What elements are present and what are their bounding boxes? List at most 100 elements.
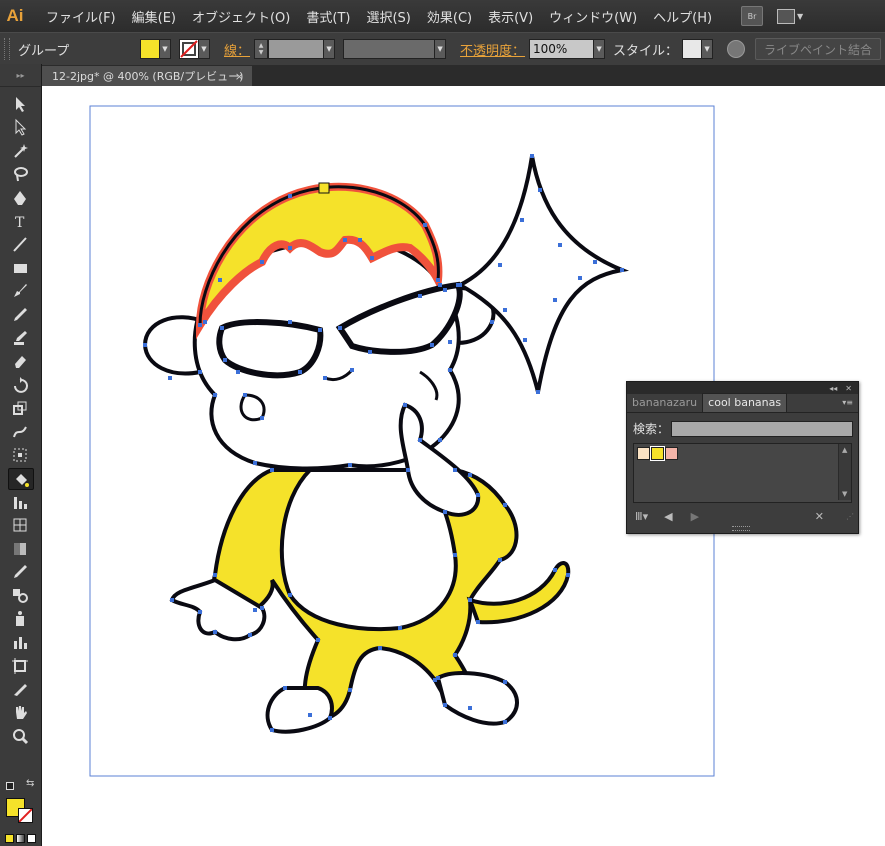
chevron-down-icon[interactable]: ▼: [324, 39, 336, 59]
search-input[interactable]: [671, 420, 853, 437]
column-graph-tool-icon[interactable]: [8, 632, 32, 652]
menu-item-0[interactable]: ファイル(F): [38, 7, 124, 26]
tools-panel-collapse[interactable]: ▸▸: [0, 64, 41, 87]
stroke-color-dropdown[interactable]: ▼: [179, 39, 210, 59]
anchor-point: [170, 598, 174, 602]
eraser-tool-icon[interactable]: [8, 351, 32, 371]
resize-grip-icon[interactable]: ⋰: [846, 512, 854, 521]
chevron-down-icon[interactable]: ▼: [199, 39, 210, 59]
default-colors-icon[interactable]: [6, 782, 14, 790]
stroke-label[interactable]: 線：: [224, 40, 250, 59]
hand-tool-icon[interactable]: [8, 702, 32, 722]
color-mode-buttons[interactable]: [5, 834, 36, 843]
anchor-point: [503, 503, 507, 507]
direct-selection-tool-icon[interactable]: [8, 117, 32, 137]
chevron-down-icon[interactable]: ▼: [702, 39, 714, 59]
menu-item-7[interactable]: ウィンドウ(W): [541, 7, 645, 26]
swatch-2[interactable]: [665, 447, 678, 460]
stroke-weight-field[interactable]: [268, 39, 325, 59]
anchor-point: [323, 376, 327, 380]
panel-resize-grip[interactable]: [732, 526, 750, 531]
close-icon[interactable]: ×: [235, 70, 244, 83]
live-paint-merge-button[interactable]: ライブペイント結合: [755, 38, 882, 60]
graphic-style-swatch[interactable]: [682, 39, 703, 59]
pencil-tool-icon[interactable]: [8, 305, 32, 325]
delete-icon[interactable]: ✕: [815, 510, 824, 523]
line-tool-icon[interactable]: [8, 234, 32, 254]
panel-footer: Ⅲ▾ ◀ ▶ ✕ ⋰: [627, 505, 858, 531]
type-tool-icon[interactable]: T: [8, 211, 32, 231]
pen-tool-icon[interactable]: [8, 188, 32, 208]
rotate-tool-icon[interactable]: [8, 375, 32, 395]
chevron-down-icon[interactable]: ▼: [594, 39, 606, 59]
previous-library-icon[interactable]: ◀: [664, 510, 672, 523]
free-transform-tool-icon[interactable]: [8, 445, 32, 465]
menu-item-6[interactable]: 表示(V): [480, 7, 541, 26]
close-icon[interactable]: ✕: [845, 384, 852, 393]
swatch-0[interactable]: [637, 447, 650, 460]
anchor-point: [503, 680, 507, 684]
lasso-tool-icon[interactable]: [8, 164, 32, 184]
symbol-sprayer-tool-icon[interactable]: [8, 609, 32, 629]
graphic-style-dropdown[interactable]: ▼: [682, 39, 714, 59]
fill-stroke-widget[interactable]: ⇆: [4, 778, 38, 823]
panel-menu-icon[interactable]: ▾≡: [842, 398, 853, 407]
warp-tool-icon[interactable]: [8, 422, 32, 442]
stroke-color-icon[interactable]: [18, 808, 33, 823]
menu-item-4[interactable]: 選択(S): [358, 7, 418, 26]
gradient-tool-icon[interactable]: [8, 539, 32, 559]
scrollbar[interactable]: ▲ ▼: [838, 444, 851, 500]
anchor-point: [338, 326, 342, 330]
document-setup-icon[interactable]: [727, 40, 746, 58]
tab-bananazaru[interactable]: bananazaru: [627, 394, 702, 412]
blend-tool-icon[interactable]: [8, 585, 32, 605]
opacity-label[interactable]: 不透明度：: [460, 40, 525, 59]
chevron-down-icon[interactable]: ▼: [435, 39, 447, 59]
menu-item-3[interactable]: 書式(T): [298, 7, 358, 26]
rectangle-tool-icon[interactable]: [8, 258, 32, 278]
color-mode-icon[interactable]: [5, 834, 14, 843]
graph-tool-icon[interactable]: [8, 492, 32, 512]
collapse-panel-icon[interactable]: ◂◂: [829, 384, 837, 393]
no-stroke-icon[interactable]: [179, 39, 199, 59]
zoom-tool-icon[interactable]: [8, 726, 32, 746]
none-mode-icon[interactable]: [27, 834, 36, 843]
workspace-switcher[interactable]: ▼: [777, 7, 805, 25]
opacity-field[interactable]: 100%: [529, 39, 595, 59]
swap-colors-icon[interactable]: ⇆: [26, 778, 34, 789]
anchor-point: [443, 510, 447, 514]
scroll-down-icon[interactable]: ▼: [842, 490, 847, 498]
document-tab[interactable]: 12-2jpg* @ 400% (RGB/プレビュー) ×: [42, 66, 252, 86]
chevron-down-icon[interactable]: ▼: [160, 39, 171, 59]
swatch-1[interactable]: [650, 446, 665, 461]
variable-width-profile[interactable]: [343, 39, 436, 59]
menu-item-8[interactable]: ヘルプ(H): [645, 7, 720, 26]
paintbrush-tool-icon[interactable]: [8, 281, 32, 301]
fill-swatch[interactable]: [140, 39, 160, 59]
swatch-library-menu-icon[interactable]: Ⅲ▾: [635, 510, 648, 523]
mesh-tool-icon[interactable]: [8, 515, 32, 535]
anchor-point: [448, 368, 452, 372]
bridge-button[interactable]: Br: [741, 6, 763, 26]
tab-cool-bananas[interactable]: cool bananas: [702, 393, 788, 412]
scale-tool-icon[interactable]: [8, 398, 32, 418]
gradient-mode-icon[interactable]: [16, 834, 25, 843]
magic-wand-tool-icon[interactable]: [8, 141, 32, 161]
selection-tool-icon[interactable]: [8, 94, 32, 114]
anchor-point: [248, 633, 252, 637]
menu-item-5[interactable]: 効果(C): [419, 7, 480, 26]
swatch-search: 検索：: [633, 420, 853, 437]
eyedropper-tool-icon[interactable]: [8, 562, 32, 582]
slice-tool-icon[interactable]: [8, 679, 32, 699]
menu-item-1[interactable]: 編集(E): [124, 7, 184, 26]
menu-item-2[interactable]: オブジェクト(O): [184, 7, 298, 26]
artboard-tool-icon[interactable]: [8, 656, 32, 676]
menu-bar-right: Br ▼: [741, 6, 805, 26]
scroll-up-icon[interactable]: ▲: [842, 446, 847, 454]
control-bar-grip[interactable]: [4, 38, 10, 60]
next-library-icon[interactable]: ▶: [691, 510, 699, 523]
fill-color-dropdown[interactable]: ▼: [140, 39, 171, 59]
live-paint-bucket-tool-icon[interactable]: [8, 468, 34, 491]
blob-brush-tool-icon[interactable]: [8, 328, 32, 348]
stroke-weight-stepper[interactable]: ▲ ▼: [254, 39, 269, 59]
